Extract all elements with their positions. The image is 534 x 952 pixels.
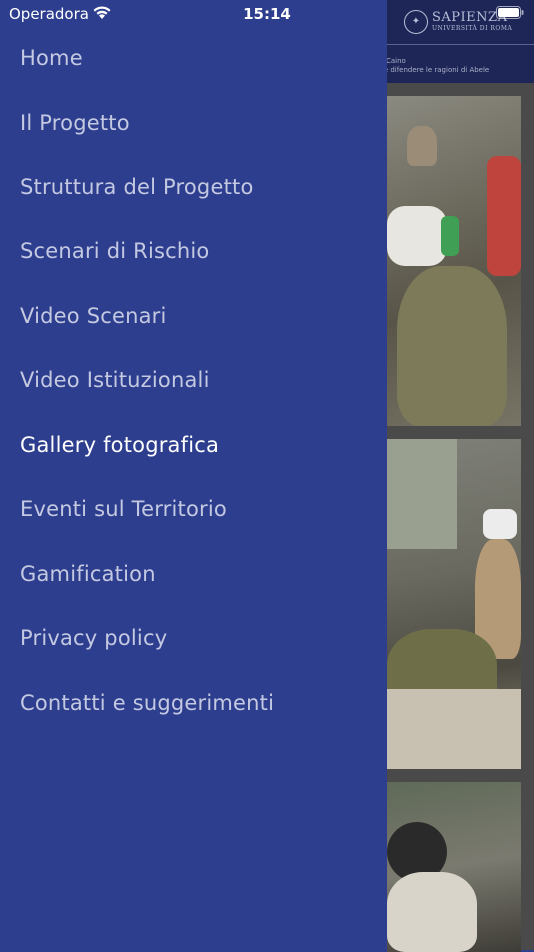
menu-item-scenari-di-rischio[interactable]: Scenari di Rischio bbox=[20, 231, 209, 271]
menu-item-il-progetto[interactable]: Il Progetto bbox=[20, 103, 130, 143]
menu-item-eventi-sul-territorio[interactable]: Eventi sul Territorio bbox=[20, 489, 227, 529]
status-bar: Operadora 15:14 bbox=[0, 0, 534, 30]
gallery-photo[interactable] bbox=[387, 96, 521, 426]
menu-item-contatti-e-suggerimenti[interactable]: Contatti e suggerimenti bbox=[20, 683, 274, 723]
menu-item-privacy-policy[interactable]: Privacy policy bbox=[20, 618, 167, 658]
menu-item-home[interactable]: Home bbox=[20, 38, 83, 78]
battery-icon bbox=[496, 6, 524, 19]
menu-item-struttura-del-progetto[interactable]: Struttura del Progetto bbox=[20, 167, 254, 207]
side-drawer-menu: Home Il Progetto Struttura del Progetto … bbox=[0, 0, 387, 950]
menu-item-gallery-fotografica[interactable]: Gallery fotografica bbox=[20, 425, 219, 465]
gallery-margin bbox=[521, 83, 534, 950]
header-divider bbox=[386, 44, 534, 45]
menu-item-video-istituzionali[interactable]: Video Istituzionali bbox=[20, 360, 210, 400]
menu-item-video-scenari[interactable]: Video Scenari bbox=[20, 296, 167, 336]
gallery-photo[interactable] bbox=[387, 782, 521, 952]
gallery-photo[interactable] bbox=[387, 439, 521, 769]
status-time: 15:14 bbox=[243, 5, 291, 23]
menu-item-gamification[interactable]: Gamification bbox=[20, 554, 156, 594]
